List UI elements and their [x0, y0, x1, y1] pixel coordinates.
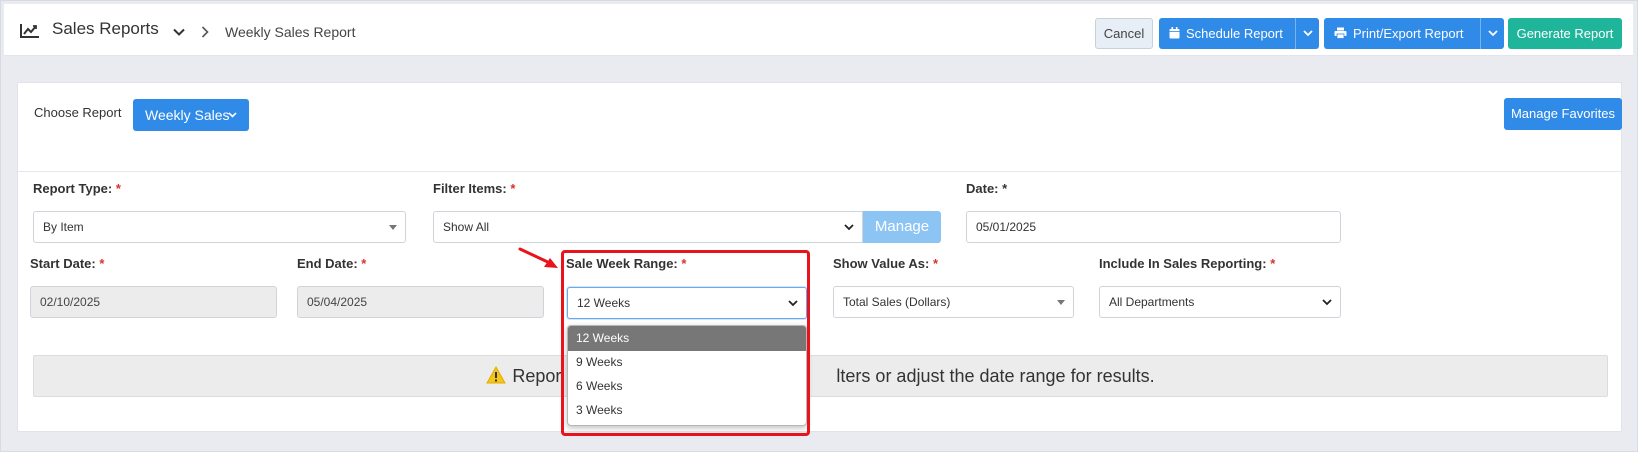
start-date-label: Start Date: * [30, 256, 105, 271]
alert-text-left: Repor [512, 366, 562, 386]
caret-down-icon [1057, 300, 1065, 305]
manage-filter-button[interactable]: Manage [863, 211, 941, 243]
chevron-down-icon [844, 224, 854, 231]
warning-icon [486, 366, 507, 384]
cancel-button[interactable]: Cancel [1095, 18, 1153, 49]
calendar-icon [1169, 27, 1180, 39]
report-card: Choose Report Weekly Sales Manage Favori… [17, 82, 1622, 432]
chevron-right-icon [201, 26, 209, 38]
report-type-label: Report Type: * [33, 181, 121, 196]
chevron-down-icon [228, 112, 237, 118]
date-label: Date: * [966, 181, 1008, 196]
show-value-as-select[interactable]: Total Sales (Dollars) [833, 286, 1074, 318]
date-input[interactable]: 05/01/2025 [966, 211, 1341, 243]
end-date-input: 05/04/2025 [297, 286, 544, 318]
end-date-label: End Date: * [297, 256, 367, 271]
print-export-button[interactable]: Print/Export Report [1324, 18, 1504, 49]
schedule-report-dropdown[interactable] [1295, 18, 1319, 49]
choose-report-label: Choose Report [34, 105, 122, 120]
filter-items-label: Filter Items: * [433, 181, 516, 196]
printer-icon [1334, 27, 1347, 39]
generate-report-button[interactable]: Generate Report [1508, 18, 1622, 49]
manage-favorites-button[interactable]: Manage Favorites [1504, 98, 1622, 130]
report-type-select[interactable]: By Item [33, 211, 406, 243]
chevron-down-icon [1303, 30, 1313, 37]
chevron-down-icon [1322, 299, 1332, 306]
choose-report-value: Weekly Sales [145, 107, 230, 123]
line-chart-icon [20, 24, 39, 38]
alert-text-right: lters or adjust the date range for resul… [836, 366, 1155, 386]
start-date-input: 02/10/2025 [30, 286, 277, 318]
schedule-report-label: Schedule Report [1186, 26, 1283, 41]
choose-report-button[interactable]: Weekly Sales [133, 99, 249, 131]
chevron-down-icon [1488, 30, 1498, 37]
caret-down-icon [389, 225, 397, 230]
divider [18, 171, 1621, 172]
chevron-down-icon[interactable] [173, 28, 185, 37]
include-in-sales-label: Include In Sales Reporting: * [1099, 256, 1276, 271]
schedule-report-button[interactable]: Schedule Report [1159, 18, 1319, 49]
page-title: Sales Reports [52, 19, 159, 38]
filter-items-select[interactable]: Show All [433, 211, 863, 243]
print-export-dropdown[interactable] [1480, 18, 1504, 49]
no-results-alert: Repor lters or adjust the date range for … [33, 355, 1608, 397]
show-value-as-label: Show Value As: * [833, 256, 939, 271]
red-arrow-icon [518, 247, 558, 268]
include-in-sales-select[interactable]: All Departments [1099, 286, 1341, 318]
breadcrumb-current: Weekly Sales Report [225, 24, 356, 40]
page-header: Sales Reports Weekly Sales Report Cancel… [4, 4, 1633, 56]
print-export-label: Print/Export Report [1353, 26, 1464, 41]
highlight-box [561, 250, 810, 436]
